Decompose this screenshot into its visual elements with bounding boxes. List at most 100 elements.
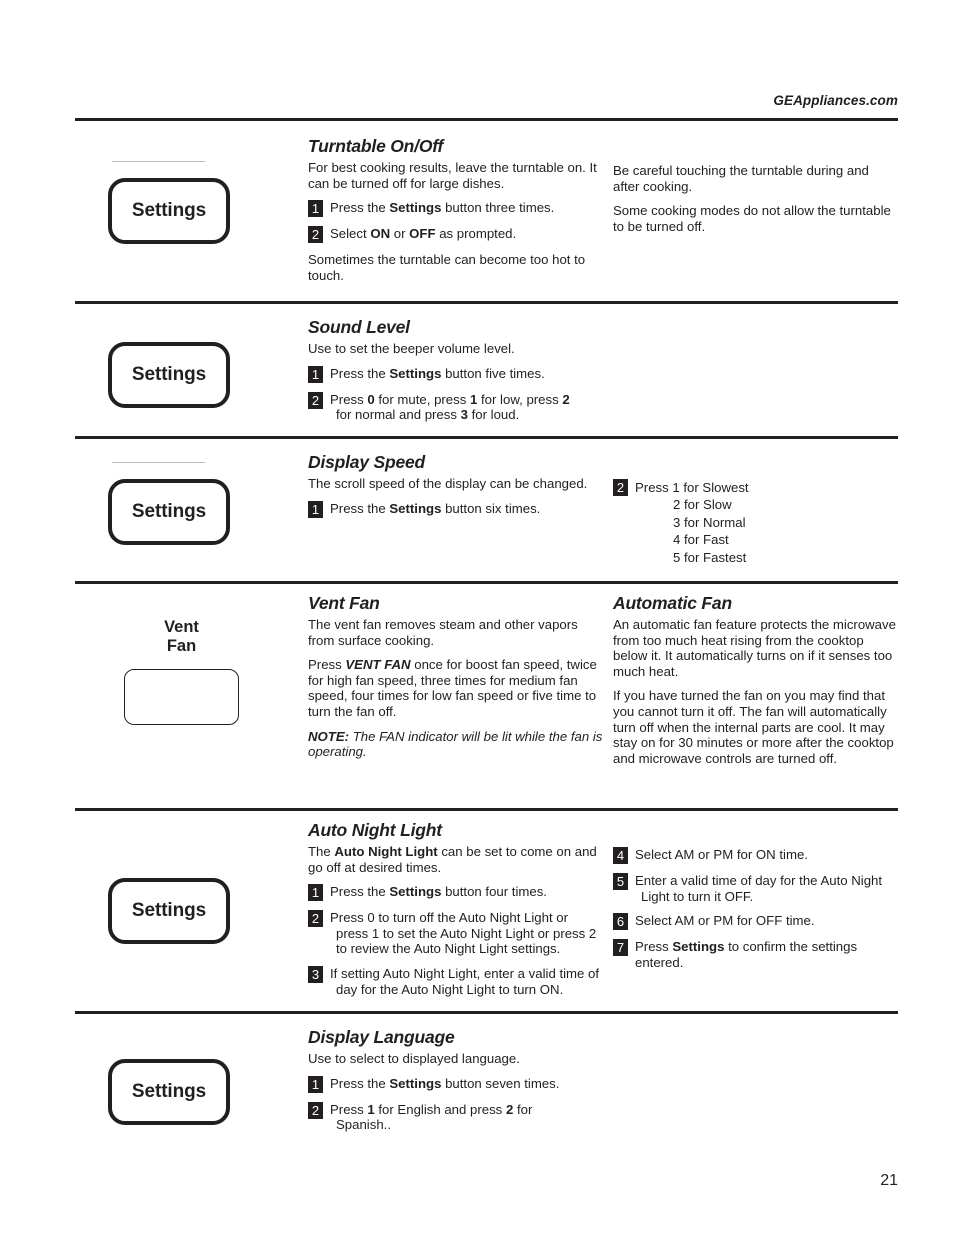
automatic-fan-column: Automatic Fan An automatic fan feature p… [613, 593, 898, 775]
step-item: 1 Press the Settings button four times. [308, 884, 605, 902]
section-intro: Use to set the beeper volume level. [308, 341, 515, 356]
step-text: Press the Settings button three times. [330, 200, 555, 216]
step-item: 4 Select AM or PM for ON time. [613, 847, 898, 864]
divider-2 [75, 436, 898, 439]
step-number: 7 [613, 939, 628, 957]
site-url: GEAppliances.com [773, 93, 898, 108]
section-sound-level: Settings Sound Level Use to set the beep… [75, 317, 898, 432]
section-intro: The Auto Night Light can be set to come … [308, 844, 597, 875]
step-number: 1 [308, 200, 323, 218]
control-art-sound-level: Settings [75, 317, 308, 427]
control-art-auto-night-light: Settings [75, 820, 308, 1010]
auto-night-light-main-column: Auto Night Light The Auto Night Light ca… [308, 820, 613, 1006]
speed-option: 5 for Fastest [673, 549, 747, 565]
step-text: Press the Settings button six times. [330, 500, 541, 516]
step-item: 1 Press the Settings button five times. [308, 365, 605, 383]
step-text: Press the Settings button seven times. [330, 1075, 560, 1091]
turntable-right-column: Be careful touching the turntable during… [613, 136, 898, 243]
display-language-main-column: Display Language Use to select to displa… [308, 1027, 613, 1142]
note-label: NOTE: [308, 728, 350, 744]
section-title: Auto Night Light [308, 820, 442, 840]
settings-button[interactable]: Settings [108, 342, 230, 408]
step-number: 2 [308, 226, 323, 244]
divider-top [75, 118, 898, 121]
step-text: Press Settings to confirm the settings e… [635, 939, 858, 970]
section-intro: Use to select to displayed language. [308, 1051, 520, 1066]
step-number: 2 [308, 910, 323, 928]
section-display-language: Settings Display Language Use to select … [75, 1027, 898, 1157]
step-number: 1 [308, 500, 323, 518]
step-item: 5 Enter a valid time of day for the Auto… [613, 873, 898, 904]
step-text: Select ON or OFF as prompted. [330, 226, 517, 242]
divider-5 [75, 1011, 898, 1014]
right-paragraph: Some cooking modes do not allow the turn… [613, 203, 891, 234]
speed-option: 4 for Fast [673, 532, 729, 548]
vent-fan-main-column: Vent Fan The vent fan removes steam and … [308, 593, 613, 769]
settings-button[interactable]: Settings [108, 1059, 230, 1125]
step-text: Press the Settings button four times. [330, 884, 547, 900]
manual-page: GEAppliances.com Settings Turntable On/O… [0, 0, 954, 1235]
speed-options-list: Press 1 for Slowest 2 for Slow 3 for Nor… [635, 479, 749, 566]
step-number: 5 [613, 873, 628, 890]
settings-button[interactable]: Settings [108, 178, 230, 244]
control-art-vent-fan: Vent Fan [75, 593, 308, 803]
step-text: Enter a valid time of day for the Auto N… [635, 873, 883, 904]
step-number: 3 [308, 965, 323, 983]
panel-hairline [112, 462, 205, 463]
section-title: Vent Fan [308, 593, 380, 613]
section-vent-fan: Vent Fan Vent Fan The vent fan removes s… [75, 593, 898, 803]
step-number: 1 [308, 1075, 323, 1093]
step-item: 2 Press 1 for English and press 2 for Spa… [308, 1101, 605, 1133]
panel-hairline [112, 161, 205, 162]
step-item: 2 Press 0 for mute, press 1 for low, pre… [308, 391, 605, 423]
section-title: Display Language [308, 1027, 455, 1047]
step-item: 3 If setting Auto Night Light, enter a v… [308, 965, 605, 997]
step-number: 2 [308, 391, 323, 409]
section-title: Sound Level [308, 317, 410, 337]
step-number: 1 [308, 365, 323, 383]
section-auto-night-light: Settings Auto Night Light The Auto Night… [75, 820, 898, 1010]
settings-button-label: Settings [131, 1081, 207, 1102]
step-item: 2 Press 1 for Slowest 2 for Slow 3 for N… [613, 479, 898, 566]
step-text: Press 0 for mute, press 1 for low, press… [330, 391, 570, 423]
section-turntable: Settings Turntable On/Off For best cooki… [75, 136, 898, 283]
speed-option: 3 for Normal [673, 514, 746, 530]
step-text: Select AM or PM for OFF time. [635, 913, 815, 929]
settings-button[interactable]: Settings [108, 479, 230, 545]
divider-4 [75, 808, 898, 811]
settings-button-label: Settings [131, 501, 207, 522]
speed-option: 2 for Slow [673, 497, 732, 513]
section-outro: Sometimes the turntable can become too h… [308, 252, 586, 283]
step-text: Press the Settings button five times. [330, 365, 545, 381]
sound-level-main-column: Sound Level Use to set the beeper volume… [308, 317, 613, 432]
control-art-display-speed: Settings [75, 452, 308, 572]
step-number: 2 [613, 479, 628, 496]
step-item: 2 Select ON or OFF as prompted. [308, 226, 605, 244]
section-intro: The vent fan removes steam and other vap… [308, 617, 578, 648]
turntable-main-column: Turntable On/Off For best cooking result… [308, 136, 613, 283]
section-title: Display Speed [308, 452, 426, 472]
step-item: 1 Press the Settings button seven times. [308, 1075, 605, 1093]
control-art-display-language: Settings [75, 1027, 308, 1157]
settings-button-label: Settings [131, 364, 207, 385]
settings-button-label: Settings [131, 200, 207, 221]
step-number: 2 [308, 1101, 323, 1119]
auto-night-light-right-column: 4 Select AM or PM for ON time. 5 Enter a… [613, 820, 898, 979]
step-number: 4 [613, 847, 628, 864]
vent-fan-button[interactable] [124, 669, 239, 725]
step-number: 1 [308, 884, 323, 902]
step-item: 6 Select AM or PM for OFF time. [613, 913, 898, 931]
section-display-speed: Settings Display Speed The scroll speed … [75, 452, 898, 575]
section-intro: The scroll speed of the display can be c… [308, 476, 588, 491]
settings-button-label: Settings [131, 900, 207, 921]
step-number: 6 [613, 913, 628, 931]
step-text: Press 1 for English and press 2 for Spani… [330, 1101, 533, 1133]
right-paragraph: If you have turned the fan on you may fi… [613, 688, 894, 766]
step-text: If setting Auto Night Light, enter a val… [330, 965, 600, 997]
control-art-turntable: Settings [75, 136, 308, 256]
vent-fan-label: Vent Fan [164, 618, 199, 655]
display-speed-right-column: 2 Press 1 for Slowest 2 for Slow 3 for N… [613, 452, 898, 575]
step-item: 1 Press the Settings button three times. [308, 200, 605, 218]
display-speed-main-column: Display Speed The scroll speed of the di… [308, 452, 613, 527]
settings-button[interactable]: Settings [108, 878, 230, 944]
